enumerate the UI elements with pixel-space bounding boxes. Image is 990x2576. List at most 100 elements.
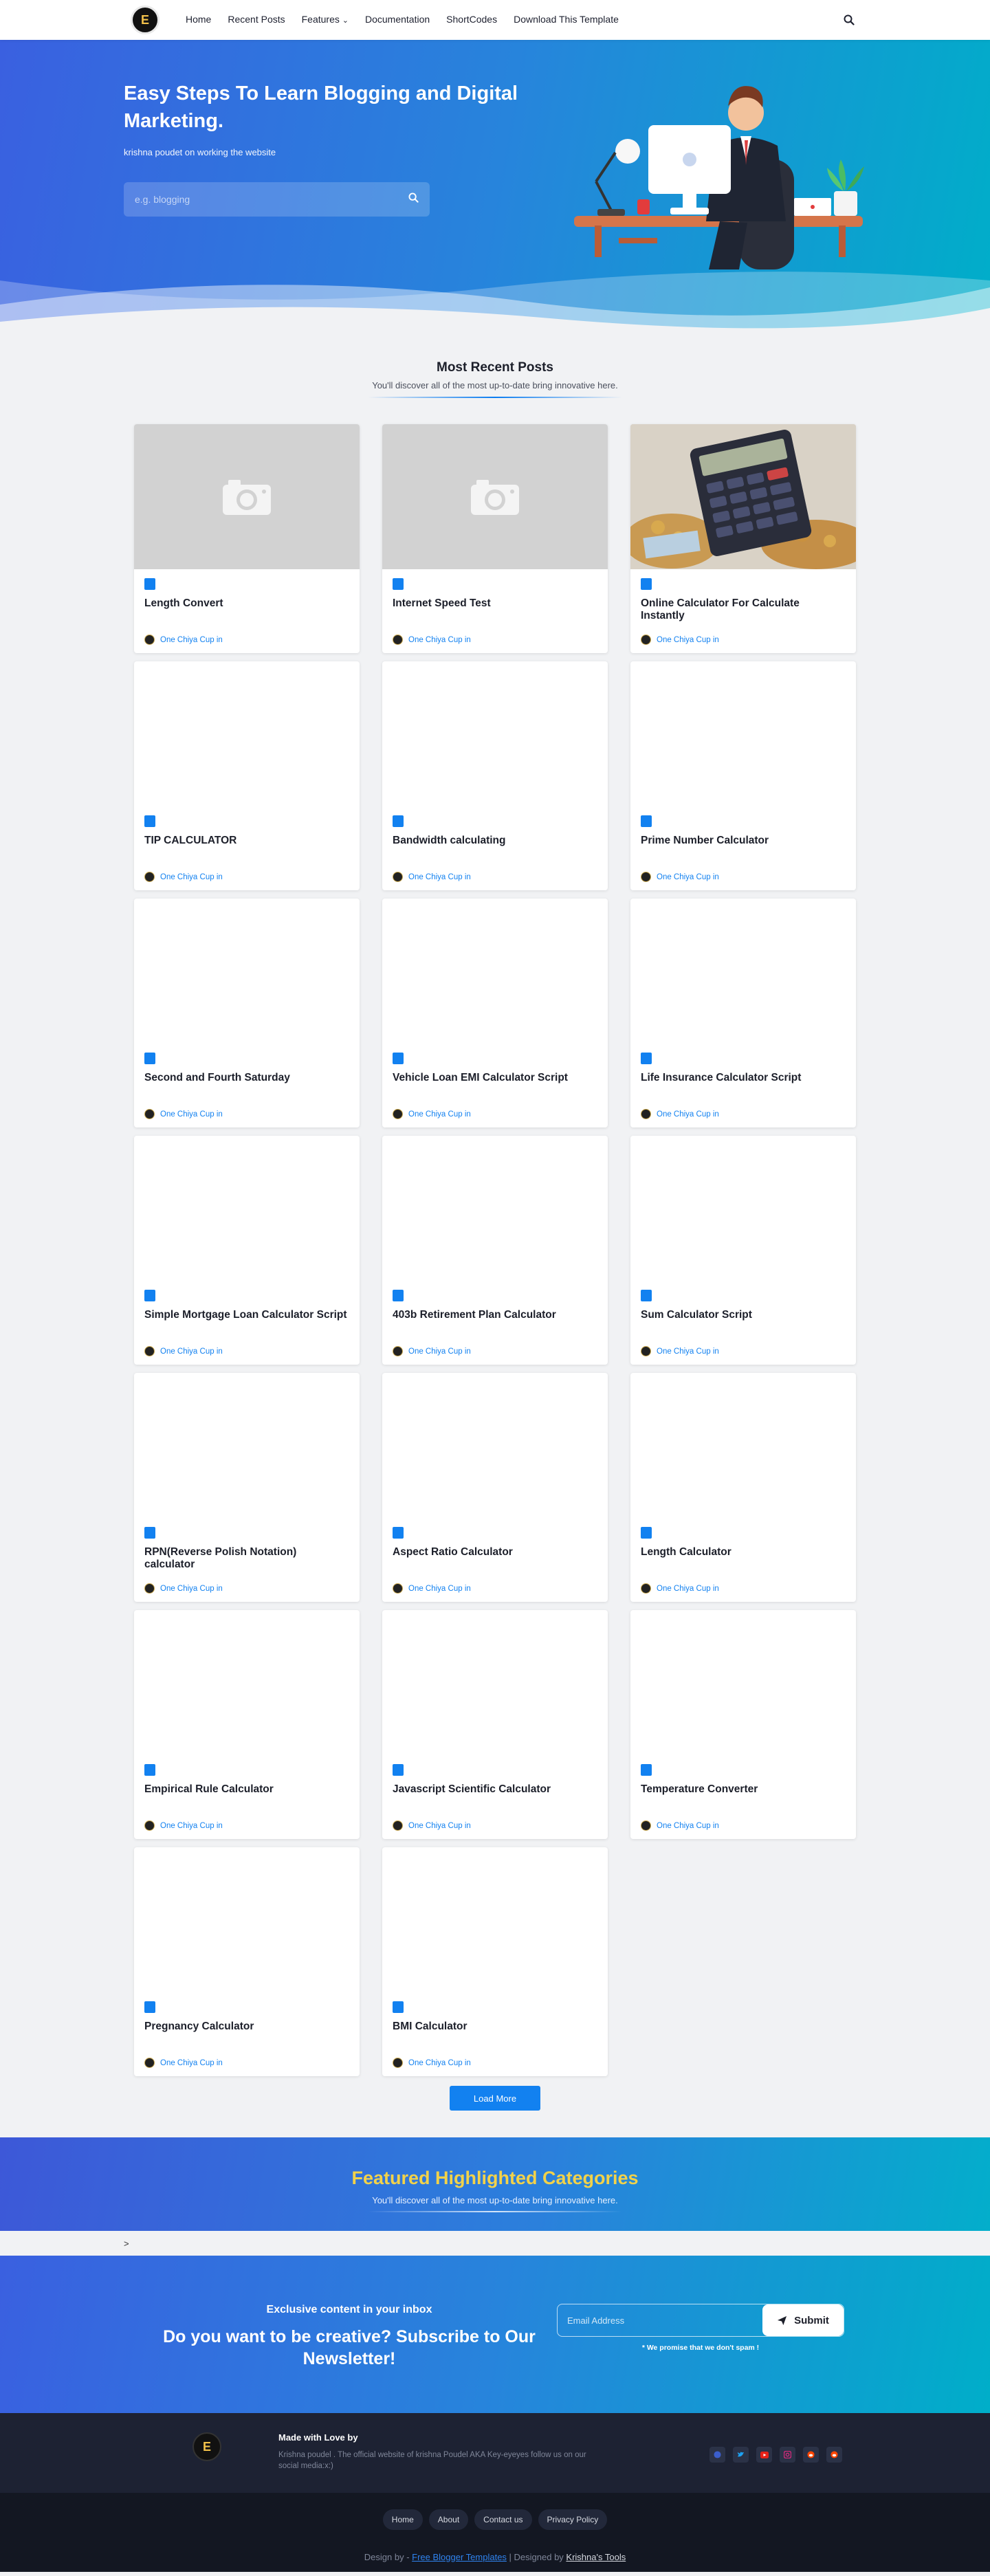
post-thumbnail[interactable] bbox=[382, 1847, 608, 1992]
post-thumbnail[interactable] bbox=[382, 1610, 608, 1755]
hero-search-input[interactable] bbox=[135, 194, 408, 205]
post-card[interactable]: Pregnancy Calculator One Chiya Cup in bbox=[134, 1847, 360, 2076]
post-card[interactable]: BMI Calculator One Chiya Cup in bbox=[382, 1847, 608, 2076]
category-tag[interactable] bbox=[393, 1053, 404, 1064]
post-author[interactable]: One Chiya Cup in bbox=[144, 1820, 223, 1831]
load-more-button[interactable]: Load More bbox=[450, 2086, 540, 2111]
post-author[interactable]: One Chiya Cup in bbox=[641, 1346, 719, 1356]
post-title[interactable]: Sum Calculator Script bbox=[641, 1309, 844, 1321]
twitter-icon[interactable] bbox=[733, 2447, 749, 2463]
post-thumbnail[interactable] bbox=[630, 1373, 856, 1518]
post-thumbnail[interactable] bbox=[630, 661, 856, 806]
category-tag[interactable] bbox=[144, 2001, 155, 2013]
credit-link[interactable]: Free Blogger Templates bbox=[412, 2552, 507, 2562]
menu-item-home[interactable]: Home bbox=[177, 0, 219, 41]
search-icon[interactable] bbox=[839, 10, 859, 30]
category-tag[interactable] bbox=[641, 1527, 652, 1539]
search-icon[interactable] bbox=[408, 192, 419, 206]
post-card[interactable]: Prime Number Calculator One Chiya Cup in bbox=[630, 661, 856, 890]
post-thumbnail[interactable] bbox=[134, 1373, 360, 1518]
post-author[interactable]: One Chiya Cup in bbox=[393, 872, 471, 882]
reddit-icon[interactable] bbox=[826, 2447, 842, 2463]
category-tag[interactable] bbox=[393, 1764, 404, 1776]
post-author[interactable]: One Chiya Cup in bbox=[144, 2058, 223, 2068]
post-title[interactable]: Empirical Rule Calculator bbox=[144, 1783, 348, 1796]
category-tag[interactable] bbox=[641, 1290, 652, 1301]
post-thumbnail[interactable] bbox=[382, 424, 608, 569]
menu-item-recent-posts[interactable]: Recent Posts bbox=[219, 0, 293, 41]
menu-item-shortcodes[interactable]: ShortCodes bbox=[438, 0, 505, 41]
post-author[interactable]: One Chiya Cup in bbox=[641, 1820, 719, 1831]
post-card[interactable]: TIP CALCULATOR One Chiya Cup in bbox=[134, 661, 360, 890]
footer-link-about[interactable]: About bbox=[428, 2509, 469, 2530]
post-card[interactable]: Empirical Rule Calculator One Chiya Cup i… bbox=[134, 1610, 360, 1839]
post-thumbnail[interactable] bbox=[134, 661, 360, 806]
post-title[interactable]: Length Calculator bbox=[641, 1546, 844, 1559]
post-title[interactable]: Simple Mortgage Loan Calculator Script bbox=[144, 1309, 348, 1321]
category-tag[interactable] bbox=[144, 1290, 155, 1301]
post-title[interactable]: BMI Calculator bbox=[393, 2021, 596, 2033]
post-title[interactable]: RPN(Reverse Polish Notation) calculator bbox=[144, 1546, 348, 1571]
post-author[interactable]: One Chiya Cup in bbox=[144, 1583, 223, 1594]
post-title[interactable]: Second and Fourth Saturday bbox=[144, 1072, 348, 1084]
category-tag[interactable] bbox=[393, 578, 404, 590]
post-card[interactable]: Javascript Scientific Calculator One Chiy… bbox=[382, 1610, 608, 1839]
post-title[interactable]: Temperature Converter bbox=[641, 1783, 844, 1796]
post-title[interactable]: Life Insurance Calculator Script bbox=[641, 1072, 844, 1084]
post-card[interactable]: Sum Calculator Script One Chiya Cup in bbox=[630, 1136, 856, 1365]
post-title[interactable]: Online Calculator For Calculate Instantl… bbox=[641, 597, 844, 622]
post-thumbnail[interactable] bbox=[134, 1610, 360, 1755]
category-tag[interactable] bbox=[641, 1764, 652, 1776]
youtube-icon[interactable] bbox=[756, 2447, 772, 2463]
post-card[interactable]: RPN(Reverse Polish Notation) calculator O… bbox=[134, 1373, 360, 1602]
post-thumbnail[interactable] bbox=[630, 899, 856, 1044]
footer-link-contact[interactable]: Contact us bbox=[474, 2509, 532, 2530]
category-tag[interactable] bbox=[144, 1053, 155, 1064]
category-tag[interactable] bbox=[144, 578, 155, 590]
post-thumbnail[interactable] bbox=[382, 899, 608, 1044]
post-thumbnail[interactable] bbox=[382, 661, 608, 806]
category-tag[interactable] bbox=[393, 2001, 404, 2013]
reddit-icon[interactable] bbox=[803, 2447, 819, 2463]
footer-logo[interactable]: E bbox=[192, 2432, 221, 2461]
post-card[interactable]: Temperature Converter One Chiya Cup in bbox=[630, 1610, 856, 1839]
post-thumbnail[interactable] bbox=[134, 899, 360, 1044]
post-thumbnail[interactable] bbox=[134, 1847, 360, 1992]
post-title[interactable]: Prime Number Calculator bbox=[641, 835, 844, 847]
category-tag[interactable] bbox=[393, 815, 404, 827]
post-title[interactable]: Vehicle Loan EMI Calculator Script bbox=[393, 1072, 596, 1084]
post-author[interactable]: One Chiya Cup in bbox=[144, 635, 223, 645]
post-thumbnail[interactable] bbox=[630, 1610, 856, 1755]
post-title[interactable]: Aspect Ratio Calculator bbox=[393, 1546, 596, 1559]
post-author[interactable]: One Chiya Cup in bbox=[144, 1109, 223, 1119]
post-author[interactable]: One Chiya Cup in bbox=[393, 2058, 471, 2068]
post-thumbnail[interactable] bbox=[382, 1373, 608, 1518]
category-tag[interactable] bbox=[144, 1527, 155, 1539]
instagram-icon[interactable] bbox=[780, 2447, 795, 2463]
facebook-icon[interactable] bbox=[710, 2447, 725, 2463]
post-author[interactable]: One Chiya Cup in bbox=[393, 1820, 471, 1831]
post-thumbnail[interactable] bbox=[134, 1136, 360, 1281]
post-card[interactable]: Aspect Ratio Calculator One Chiya Cup in bbox=[382, 1373, 608, 1602]
email-field[interactable] bbox=[558, 2304, 762, 2336]
post-author[interactable]: One Chiya Cup in bbox=[641, 1583, 719, 1594]
post-card[interactable]: Online Calculator For Calculate Instantl… bbox=[630, 424, 856, 653]
post-card[interactable]: Vehicle Loan EMI Calculator Script One Ch… bbox=[382, 899, 608, 1127]
carousel-arrow[interactable]: > bbox=[124, 2238, 129, 2249]
post-author[interactable]: One Chiya Cup in bbox=[641, 635, 719, 645]
post-card[interactable]: Length Calculator One Chiya Cup in bbox=[630, 1373, 856, 1602]
post-author[interactable]: One Chiya Cup in bbox=[393, 1346, 471, 1356]
category-tag[interactable] bbox=[641, 1053, 652, 1064]
category-tag[interactable] bbox=[641, 815, 652, 827]
post-card[interactable]: Internet Speed Test One Chiya Cup in bbox=[382, 424, 608, 653]
category-tag[interactable] bbox=[393, 1290, 404, 1301]
post-author[interactable]: One Chiya Cup in bbox=[641, 872, 719, 882]
post-title[interactable]: 403b Retirement Plan Calculator bbox=[393, 1309, 596, 1321]
footer-link-privacy[interactable]: Privacy Policy bbox=[538, 2509, 608, 2530]
post-author[interactable]: One Chiya Cup in bbox=[393, 1109, 471, 1119]
post-title[interactable]: Pregnancy Calculator bbox=[144, 2021, 348, 2033]
menu-item-documentation[interactable]: Documentation bbox=[357, 0, 438, 41]
category-tag[interactable] bbox=[393, 1527, 404, 1539]
post-card[interactable]: Bandwidth calculating One Chiya Cup in bbox=[382, 661, 608, 890]
post-thumbnail[interactable] bbox=[630, 424, 856, 569]
